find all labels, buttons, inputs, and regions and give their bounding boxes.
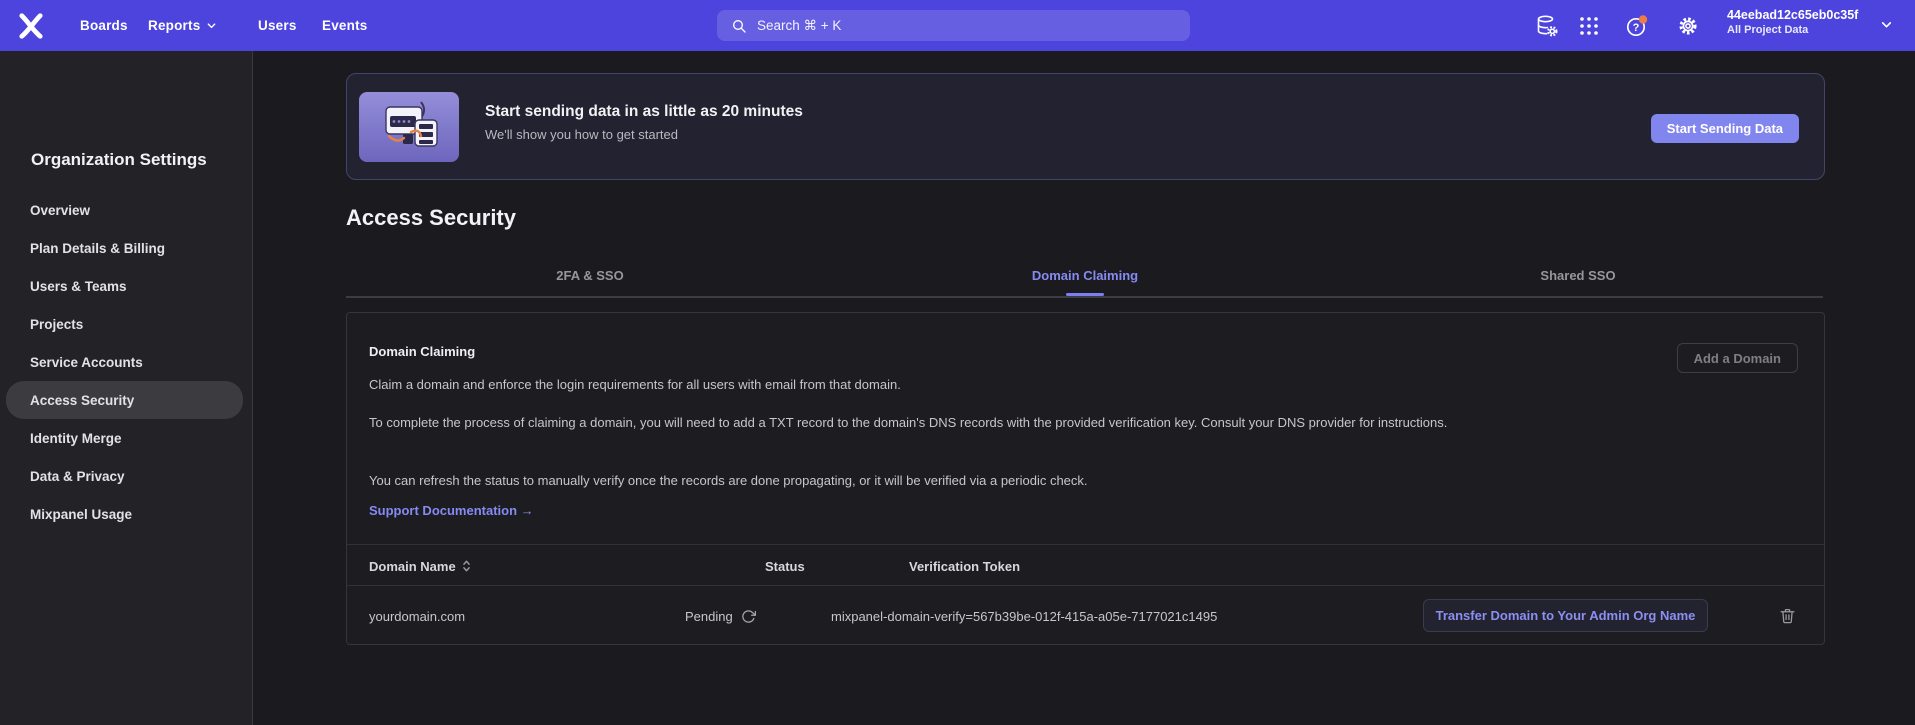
sidebar-item-identity-merge[interactable]: Identity Merge <box>0 419 253 457</box>
sidebar-item-overview[interactable]: Overview <box>0 191 253 229</box>
txt-record-instructions-text: To complete the process of claiming a do… <box>369 413 1447 432</box>
domains-table-header: Domain Name Status Verification Token <box>347 544 1824 586</box>
claim-description-text: Claim a domain and enforce the login req… <box>369 375 901 394</box>
tab-domain-claiming[interactable]: Domain Claiming <box>975 268 1195 283</box>
project-scope: All Project Data <box>1727 24 1858 37</box>
section-title: Domain Claiming <box>369 344 475 359</box>
notification-dot <box>1639 15 1647 23</box>
start-sending-data-button[interactable]: Start Sending Data <box>1651 114 1799 143</box>
status-cell: Pending <box>685 586 756 646</box>
sidebar-item-users-teams[interactable]: Users & Teams <box>0 267 253 305</box>
search-placeholder: Search ⌘ + K <box>757 18 841 34</box>
nav-item-reports-label: Reports <box>148 18 200 33</box>
nav-item-reports[interactable]: Reports <box>148 0 217 51</box>
tab-shared-sso[interactable]: Shared SSO <box>1468 268 1688 283</box>
svg-text:?: ? <box>1633 22 1640 34</box>
domain-name-cell: yourdomain.com <box>369 586 465 646</box>
settings-gear-icon[interactable] <box>1675 13 1701 39</box>
sidebar-item-projects[interactable]: Projects <box>0 305 253 343</box>
nav-item-events[interactable]: Events <box>322 0 367 51</box>
nav-item-users[interactable]: Users <box>258 0 297 51</box>
org-settings-sidebar: Organization Settings Overview Plan Deta… <box>0 51 253 725</box>
verification-token-cell: mixpanel-domain-verify=567b39be-012f-415… <box>831 586 1217 646</box>
data-management-icon[interactable] <box>1534 13 1560 39</box>
nav-item-users-label: Users <box>258 18 297 33</box>
banner-title: Start sending data in as little as 20 mi… <box>485 103 803 121</box>
add-domain-button[interactable]: Add a Domain <box>1677 343 1798 373</box>
search-icon <box>731 18 747 34</box>
refresh-note-text: You can refresh the status to manually v… <box>369 471 1088 490</box>
support-documentation-link[interactable]: Support Documentation → <box>369 503 534 518</box>
column-header-verification-token: Verification Token <box>909 545 1020 587</box>
sidebar-item-data-privacy[interactable]: Data & Privacy <box>0 457 253 495</box>
project-selector[interactable]: 44eebad12c65eb0c35f All Project Data <box>1727 7 1858 37</box>
tab-2fa-sso[interactable]: 2FA & SSO <box>480 268 700 283</box>
top-nav-bar: Boards Reports Users Events Search ⌘ + K <box>0 0 1915 51</box>
transfer-domain-button[interactable]: Transfer Domain to Your Admin Org Name <box>1423 599 1708 632</box>
help-icon[interactable]: ? <box>1624 13 1650 39</box>
apps-grid-icon[interactable] <box>1576 13 1602 39</box>
domain-claiming-card: Domain Claiming Claim a domain and enfor… <box>346 312 1825 645</box>
sidebar-item-access-security[interactable]: Access Security <box>6 381 243 419</box>
project-chevron-down-icon[interactable] <box>1880 18 1893 31</box>
mixpanel-org-settings-screen: Boards Reports Users Events Search ⌘ + K <box>0 0 1915 725</box>
status-badge: Pending <box>685 609 733 624</box>
mixpanel-logo-icon[interactable] <box>18 13 44 39</box>
search-input[interactable]: Search ⌘ + K <box>717 10 1190 41</box>
banner-subtitle: We'll show you how to get started <box>485 127 678 142</box>
column-header-status: Status <box>765 545 805 587</box>
refresh-status-icon[interactable] <box>741 609 756 624</box>
sort-icon <box>462 559 471 573</box>
nav-item-boards-label: Boards <box>80 18 128 33</box>
domain-name-header-label: Domain Name <box>369 559 456 574</box>
chevron-down-icon <box>206 20 217 31</box>
delete-domain-trash-icon[interactable] <box>1779 607 1796 625</box>
sidebar-title: Organization Settings <box>31 150 207 170</box>
table-row: yourdomain.com Pending mixpanel-domain-v… <box>347 586 1824 646</box>
sidebar-item-service-accounts[interactable]: Service Accounts <box>0 343 253 381</box>
column-header-domain-name[interactable]: Domain Name <box>369 545 471 587</box>
devices-illustration <box>359 92 459 162</box>
project-id: 44eebad12c65eb0c35f <box>1727 7 1858 24</box>
sidebar-item-mixpanel-usage[interactable]: Mixpanel Usage <box>0 495 253 533</box>
nav-item-events-label: Events <box>322 18 367 33</box>
onboarding-banner: Start sending data in as little as 20 mi… <box>346 73 1825 180</box>
sidebar-item-plan-details-billing[interactable]: Plan Details & Billing <box>0 229 253 267</box>
sidebar-nav-list: Overview Plan Details & Billing Users & … <box>0 191 253 533</box>
nav-item-boards[interactable]: Boards <box>80 0 128 51</box>
page-title: Access Security <box>346 205 516 231</box>
tabs-divider <box>346 296 1823 298</box>
